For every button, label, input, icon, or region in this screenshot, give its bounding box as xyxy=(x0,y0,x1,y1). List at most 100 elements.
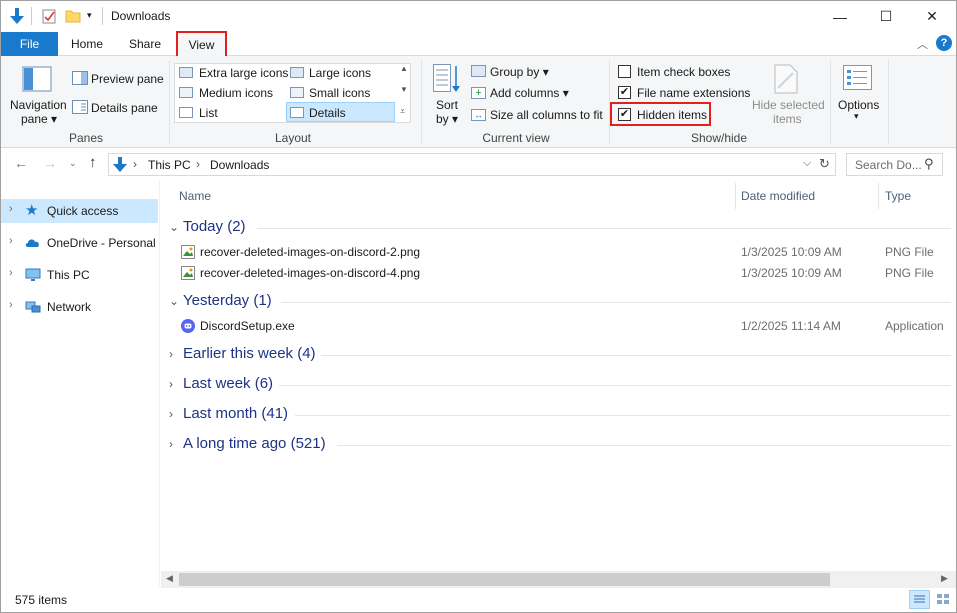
down-arrow-icon[interactable] xyxy=(9,8,25,25)
layout-extra-large-icons[interactable]: Extra large icons xyxy=(199,66,288,80)
refresh-icon[interactable]: ↻ xyxy=(819,156,830,172)
chevron-right-icon[interactable]: › xyxy=(9,267,13,279)
size-all-columns-button[interactable]: Size all columns to fit xyxy=(490,108,603,122)
navigation-pane-dropdown[interactable]: pane ▾ xyxy=(21,112,57,126)
layout-details[interactable]: Details xyxy=(309,106,346,120)
add-columns-button[interactable]: Add columns ▾ xyxy=(490,86,569,100)
sort-icon xyxy=(433,64,460,92)
close-button[interactable]: ✕ xyxy=(909,1,955,32)
recent-locations-icon[interactable]: ⌄ xyxy=(69,158,77,169)
navigation-pane-icon xyxy=(22,66,52,92)
group-header-a-long-time-ago[interactable]: › A long time ago (521) xyxy=(161,434,951,456)
options-button[interactable]: Options xyxy=(838,98,879,112)
group-label: Today (2) xyxy=(183,218,246,235)
tab-share[interactable]: Share xyxy=(121,32,169,56)
file-name: recover-deleted-images-on-discord-4.png xyxy=(200,266,421,280)
file-row[interactable]: recover-deleted-images-on-discord-2.png … xyxy=(161,242,951,263)
add-columns-icon: + xyxy=(471,87,486,99)
up-button[interactable]: ↑ xyxy=(89,154,97,171)
group-label: Last week (6) xyxy=(183,375,274,392)
item-check-boxes-label[interactable]: Item check boxes xyxy=(637,65,730,79)
breadcrumb-downloads[interactable]: Downloads xyxy=(210,158,269,172)
column-header-date-modified[interactable]: Date modified xyxy=(741,189,815,203)
gallery-down-icon[interactable]: ▼ xyxy=(400,85,408,94)
horizontal-scrollbar[interactable]: ◀ ▶ xyxy=(161,571,956,588)
maximize-button[interactable]: ☐ xyxy=(863,1,909,32)
chevron-right-icon[interactable]: › xyxy=(169,377,173,391)
file-type: PNG File xyxy=(885,245,934,259)
address-dropdown-icon[interactable]: ⌵ xyxy=(803,157,811,170)
group-header-earlier-this-week[interactable]: › Earlier this week (4) xyxy=(161,344,951,366)
minimize-button[interactable]: — xyxy=(817,1,863,32)
item-check-boxes-checkbox[interactable] xyxy=(618,65,631,78)
nav-item-quick-access[interactable]: › ★ Quick access xyxy=(1,199,158,223)
preview-pane-button[interactable]: Preview pane xyxy=(91,72,164,86)
address-bar[interactable]: › This PC › Downloads ⌵ ↻ xyxy=(108,153,836,176)
search-icon: ⚲ xyxy=(924,156,934,171)
nav-item-network[interactable]: › Network xyxy=(1,295,158,319)
collapse-ribbon-icon[interactable]: ︿ xyxy=(917,36,928,52)
new-folder-icon[interactable] xyxy=(65,8,81,24)
file-name-extensions-checkbox[interactable]: ✔ xyxy=(618,86,631,99)
chevron-down-icon[interactable]: ⌄ xyxy=(169,220,179,234)
hidden-items-label[interactable]: Hidden items xyxy=(637,108,707,122)
column-header-type[interactable]: Type xyxy=(885,189,911,203)
nav-item-this-pc[interactable]: › This PC xyxy=(1,263,158,287)
chevron-right-icon[interactable]: › xyxy=(169,347,173,361)
layout-large-icons[interactable]: Large icons xyxy=(309,66,371,80)
nav-item-onedrive[interactable]: › OneDrive - Personal xyxy=(1,231,158,255)
large-icons-icon xyxy=(290,67,304,78)
details-pane-button[interactable]: Details pane xyxy=(91,101,158,115)
sort-by-button[interactable]: Sort xyxy=(436,98,458,112)
group-header-today[interactable]: ⌄ Today (2) xyxy=(161,217,951,239)
scroll-left-icon[interactable]: ◀ xyxy=(166,573,173,584)
options-dropdown-icon[interactable]: ▾ xyxy=(854,111,859,122)
back-button[interactable]: ← xyxy=(14,155,28,171)
tab-view[interactable]: View xyxy=(176,31,227,57)
chevron-down-icon[interactable]: ⌄ xyxy=(169,294,179,308)
chevron-right-icon[interactable]: › xyxy=(9,235,13,247)
chevron-right-icon[interactable]: › xyxy=(9,203,13,215)
size-columns-icon: ↔ xyxy=(471,109,486,121)
large-icons-view-button[interactable] xyxy=(933,590,953,609)
scroll-right-icon[interactable]: ▶ xyxy=(941,573,948,584)
preview-pane-icon xyxy=(72,71,88,85)
sort-by-dropdown[interactable]: by ▾ xyxy=(436,112,458,126)
layout-medium-icons[interactable]: Medium icons xyxy=(199,86,273,100)
breadcrumb-this-pc[interactable]: This PC xyxy=(148,158,191,172)
discord-icon xyxy=(181,319,195,333)
gallery-more-icon[interactable]: ⩡ xyxy=(400,106,405,117)
explorer-window: ▾ Downloads — ☐ ✕ File Home Share View ︿… xyxy=(0,0,957,613)
forward-button[interactable]: → xyxy=(43,155,57,171)
details-view-button[interactable] xyxy=(909,590,930,609)
file-name: recover-deleted-images-on-discord-2.png xyxy=(200,245,421,259)
group-header-last-month[interactable]: › Last month (41) xyxy=(161,404,951,426)
group-by-button[interactable]: Group by ▾ xyxy=(490,65,549,79)
hide-selected-items-button[interactable]: Hide selected xyxy=(752,98,825,112)
file-row[interactable]: recover-deleted-images-on-discord-4.png … xyxy=(161,263,951,284)
file-row[interactable]: DiscordSetup.exe 1/2/2025 11:14 AM Appli… xyxy=(161,316,951,337)
layout-list[interactable]: List xyxy=(199,106,218,120)
layout-small-icons[interactable]: Small icons xyxy=(309,86,370,100)
group-label: Earlier this week (4) xyxy=(183,345,316,362)
search-box[interactable]: Search Do... ⚲ xyxy=(846,153,943,176)
options-icon xyxy=(843,65,872,90)
chevron-right-icon[interactable]: › xyxy=(9,299,13,311)
medium-icons-icon xyxy=(179,87,193,98)
column-header-name[interactable]: Name xyxy=(179,189,211,203)
chevron-right-icon[interactable]: › xyxy=(169,407,173,421)
gallery-up-icon[interactable]: ▲ xyxy=(400,64,408,73)
help-icon[interactable]: ? xyxy=(936,35,952,51)
small-icons-icon xyxy=(290,87,304,98)
chevron-right-icon[interactable]: › xyxy=(169,437,173,451)
tab-file[interactable]: File xyxy=(1,32,58,56)
file-name-extensions-label[interactable]: File name extensions xyxy=(637,86,750,100)
navigation-pane-button[interactable]: Navigation xyxy=(10,98,67,112)
scrollbar-thumb[interactable] xyxy=(179,573,830,586)
customize-qat-icon[interactable]: ▾ xyxy=(87,10,92,21)
hidden-items-checkbox[interactable]: ✔ xyxy=(618,108,631,121)
properties-icon[interactable] xyxy=(42,8,57,24)
tab-home[interactable]: Home xyxy=(63,32,111,56)
group-header-last-week[interactable]: › Last week (6) xyxy=(161,374,951,396)
group-header-yesterday[interactable]: ⌄ Yesterday (1) xyxy=(161,291,951,313)
